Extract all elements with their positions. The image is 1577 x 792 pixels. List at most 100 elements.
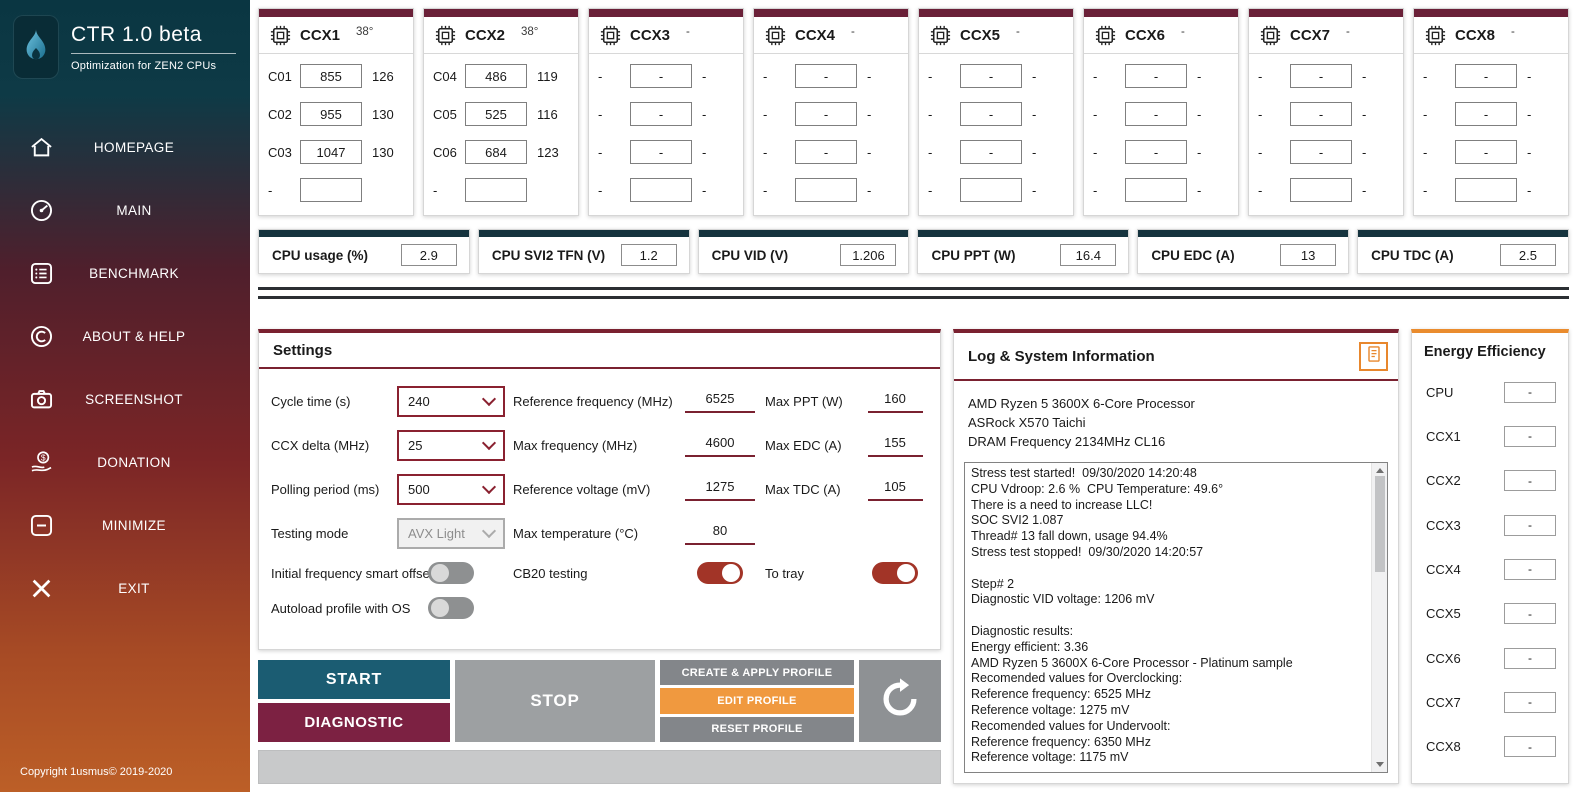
cb20-testing-toggle[interactable] [697, 562, 743, 584]
edit-profile-button[interactable]: EDIT PROFILE [660, 688, 854, 714]
core-value-input[interactable]: - [1455, 102, 1517, 126]
core-value-input[interactable]: 486 [465, 64, 527, 88]
ccx-delta-dropdown[interactable]: 25 [397, 430, 505, 461]
core-value-input[interactable]: - [1455, 64, 1517, 88]
ccx4-title: CCX4 [795, 27, 836, 44]
log-scrollbar[interactable] [1371, 463, 1387, 772]
core-value-input[interactable] [1455, 178, 1517, 202]
core-value-input[interactable] [960, 178, 1022, 202]
cycle-time-dropdown[interactable]: 240 [397, 386, 505, 417]
core-value-input[interactable] [1125, 178, 1187, 202]
refresh-button[interactable] [859, 660, 941, 742]
core-value-input[interactable]: - [630, 64, 692, 88]
log-file-button[interactable] [1359, 342, 1388, 371]
start-button[interactable]: START [258, 660, 450, 699]
core-value-input[interactable]: - [795, 102, 857, 126]
core-label: - [1093, 182, 1098, 198]
core-value-input[interactable]: 955 [300, 102, 362, 126]
stat-label: CPU usage (%) [272, 247, 369, 263]
sidebar-item-homepage[interactable]: HOMEPAGE [0, 116, 250, 179]
ctr-app-window: CTR 1.0 beta Optimization for ZEN2 CPUs … [0, 0, 1577, 792]
to-tray-toggle[interactable] [872, 562, 918, 584]
testing-mode-value: AVX Light [408, 526, 465, 541]
sidebar-item-donation[interactable]: $ DONATION [0, 431, 250, 494]
core-value-input[interactable]: - [795, 140, 857, 164]
polling-period-dropdown[interactable]: 500 [397, 474, 505, 505]
core-value-input[interactable]: - [960, 140, 1022, 164]
core-extra-value: - [1527, 68, 1532, 84]
core-value-input[interactable]: - [630, 102, 692, 126]
core-extra-value: - [1527, 106, 1532, 122]
stat-label: CPU PPT (W) [931, 247, 1016, 263]
core-value-input[interactable]: - [960, 102, 1022, 126]
core-extra-value: 123 [537, 144, 559, 160]
core-label: - [928, 106, 933, 122]
stop-button[interactable]: STOP [455, 660, 655, 742]
core-value-input[interactable]: 525 [465, 102, 527, 126]
core-row: C04 486 119 [433, 64, 569, 88]
core-label: C02 [268, 106, 292, 122]
exit-icon [28, 575, 58, 602]
core-extra-value: - [1197, 68, 1202, 84]
core-value-input[interactable]: 1047 [300, 140, 362, 164]
core-value-input[interactable]: - [1290, 140, 1352, 164]
energy-value: - [1504, 647, 1556, 669]
sidebar-item-about-help[interactable]: ABOUT & HELP [0, 305, 250, 368]
core-value-input[interactable]: - [795, 64, 857, 88]
log-panel-title: Log & System Information [968, 348, 1155, 365]
create-apply-profile-button[interactable]: CREATE & APPLY PROFILE [660, 660, 854, 686]
reference-frequency-input[interactable]: 6525 [685, 390, 755, 413]
reset-profile-button[interactable]: RESET PROFILE [660, 716, 854, 742]
sidebar-item-main[interactable]: MAIN [0, 179, 250, 242]
max-ppt-input[interactable]: 160 [867, 390, 923, 413]
stat-label: CPU TDC (A) [1371, 247, 1454, 263]
core-value-input[interactable] [1290, 178, 1352, 202]
system-info-line: ASRock X570 Taichi [968, 415, 1086, 430]
core-label: - [763, 144, 768, 160]
core-value-input[interactable]: 855 [300, 64, 362, 88]
core-label: - [763, 106, 768, 122]
core-value-input[interactable]: 684 [465, 140, 527, 164]
chevron-down-icon [481, 523, 497, 539]
scroll-up-arrow[interactable] [1375, 468, 1384, 473]
sidebar-item-minimize[interactable]: MINIMIZE [0, 494, 250, 557]
max-frequency-input[interactable]: 4600 [685, 434, 755, 457]
max-edc-input[interactable]: 155 [867, 434, 923, 457]
core-row: C01 855 126 [268, 64, 404, 88]
smart-offset-toggle[interactable] [428, 562, 474, 584]
diagnostic-button[interactable]: DIAGNOSTIC [258, 703, 450, 742]
scroll-down-arrow[interactable] [1375, 762, 1384, 767]
core-value-input[interactable] [300, 178, 362, 202]
cycle-time-label: Cycle time (s) [271, 394, 351, 409]
max-tdc-input[interactable]: 105 [867, 478, 923, 501]
energy-row-label: CCX1 [1426, 428, 1461, 444]
core-row: - - [928, 178, 1064, 202]
polling-period-value: 500 [408, 482, 430, 497]
core-value-input[interactable]: - [1290, 64, 1352, 88]
core-extra-value: - [867, 182, 872, 198]
core-label: - [1258, 68, 1263, 84]
core-value-input[interactable]: - [1125, 102, 1187, 126]
core-value-input[interactable]: - [1125, 140, 1187, 164]
max-temperature-input[interactable]: 80 [685, 522, 755, 545]
scrollbar-thumb[interactable] [1374, 476, 1385, 572]
core-value-input[interactable]: - [960, 64, 1022, 88]
core-rows: - - - - - - - - - - - [1084, 54, 1238, 215]
core-value-input[interactable]: - [630, 140, 692, 164]
sidebar-item-benchmark[interactable]: BENCHMARK [0, 242, 250, 305]
core-value-input[interactable] [795, 178, 857, 202]
log-text[interactable]: Stress test started! 09/30/2020 14:20:48… [965, 463, 1371, 772]
core-label: - [1423, 106, 1428, 122]
reference-voltage-input[interactable]: 1275 [685, 478, 755, 501]
testing-mode-dropdown: AVX Light [397, 518, 505, 549]
sidebar-item-exit[interactable]: EXIT [0, 557, 250, 620]
core-value-input[interactable]: - [1125, 64, 1187, 88]
energy-row-ccx1: CCX1 - [1426, 425, 1556, 447]
stat-value: 13 [1280, 244, 1337, 266]
core-value-input[interactable] [630, 178, 692, 202]
core-value-input[interactable]: - [1290, 102, 1352, 126]
autoload-profile-toggle[interactable] [428, 597, 474, 619]
core-value-input[interactable]: - [1455, 140, 1517, 164]
core-value-input[interactable] [465, 178, 527, 202]
sidebar-item-screenshot[interactable]: SCREENSHOT [0, 368, 250, 431]
